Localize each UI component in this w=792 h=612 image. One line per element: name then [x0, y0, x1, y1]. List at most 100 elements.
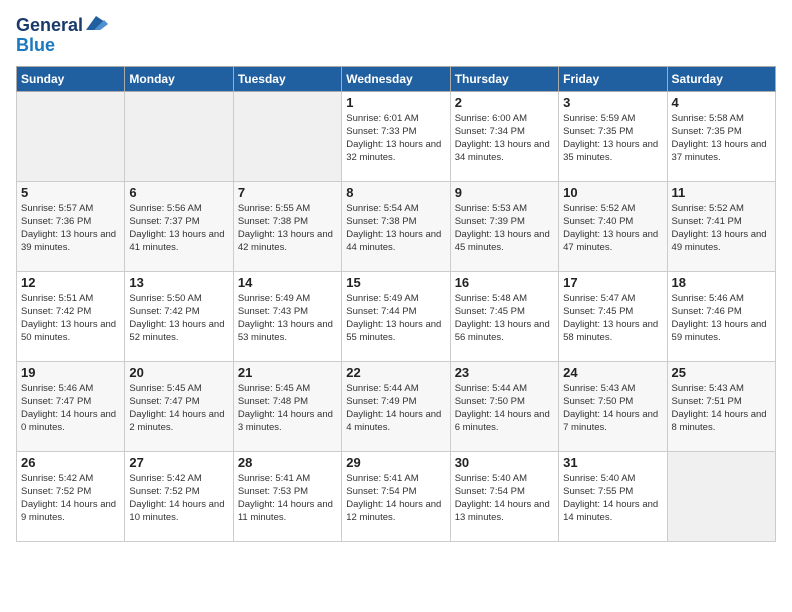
calendar-cell: 22 Sunrise: 5:44 AM Sunset: 7:49 PM Dayli…	[342, 361, 450, 451]
calendar-cell: 12 Sunrise: 5:51 AM Sunset: 7:42 PM Dayli…	[17, 271, 125, 361]
calendar-cell: 28 Sunrise: 5:41 AM Sunset: 7:53 PM Dayli…	[233, 451, 341, 541]
day-number: 31	[563, 455, 662, 470]
calendar-cell	[17, 91, 125, 181]
day-number: 22	[346, 365, 445, 380]
calendar-cell: 13 Sunrise: 5:50 AM Sunset: 7:42 PM Dayli…	[125, 271, 233, 361]
day-info: Sunrise: 5:53 AM Sunset: 7:39 PM Dayligh…	[455, 202, 554, 255]
calendar-cell: 26 Sunrise: 5:42 AM Sunset: 7:52 PM Dayli…	[17, 451, 125, 541]
day-number: 1	[346, 95, 445, 110]
day-number: 4	[672, 95, 771, 110]
day-number: 16	[455, 275, 554, 290]
day-number: 2	[455, 95, 554, 110]
calendar-cell: 30Sunrise: 5:40 AM Sunset: 7:54 PM Dayli…	[450, 451, 558, 541]
day-info: Sunrise: 5:49 AM Sunset: 7:44 PM Dayligh…	[346, 292, 445, 345]
logo: General Blue	[16, 16, 108, 56]
day-number: 15	[346, 275, 445, 290]
day-number: 19	[21, 365, 120, 380]
day-info: Sunrise: 5:55 AM Sunset: 7:38 PM Dayligh…	[238, 202, 337, 255]
day-info: Sunrise: 5:52 AM Sunset: 7:40 PM Dayligh…	[563, 202, 662, 255]
day-info: Sunrise: 5:59 AM Sunset: 7:35 PM Dayligh…	[563, 112, 662, 165]
calendar-cell: 18Sunrise: 5:46 AM Sunset: 7:46 PM Dayli…	[667, 271, 775, 361]
calendar-cell	[233, 91, 341, 181]
day-info: Sunrise: 5:48 AM Sunset: 7:45 PM Dayligh…	[455, 292, 554, 345]
day-number: 5	[21, 185, 120, 200]
calendar-cell: 2 Sunrise: 6:00 AM Sunset: 7:34 PM Daylig…	[450, 91, 558, 181]
logo-blue: Blue	[16, 36, 55, 56]
logo-icon	[86, 16, 108, 32]
day-info: Sunrise: 5:47 AM Sunset: 7:45 PM Dayligh…	[563, 292, 662, 345]
day-info: Sunrise: 5:43 AM Sunset: 7:50 PM Dayligh…	[563, 382, 662, 435]
week-row-4: 19 Sunrise: 5:46 AM Sunset: 7:47 PM Dayli…	[17, 361, 776, 451]
day-number: 27	[129, 455, 228, 470]
calendar-cell: 27 Sunrise: 5:42 AM Sunset: 7:52 PM Dayli…	[125, 451, 233, 541]
calendar-cell: 5 Sunrise: 5:57 AM Sunset: 7:36 PM Daylig…	[17, 181, 125, 271]
calendar-cell: 20Sunrise: 5:45 AM Sunset: 7:47 PM Dayli…	[125, 361, 233, 451]
day-number: 9	[455, 185, 554, 200]
calendar-cell: 14 Sunrise: 5:49 AM Sunset: 7:43 PM Dayli…	[233, 271, 341, 361]
calendar-cell	[667, 451, 775, 541]
day-info: Sunrise: 6:01 AM Sunset: 7:33 PM Dayligh…	[346, 112, 445, 165]
day-info: Sunrise: 5:41 AM Sunset: 7:53 PM Dayligh…	[238, 472, 337, 525]
calendar-cell: 4 Sunrise: 5:58 AM Sunset: 7:35 PM Daylig…	[667, 91, 775, 181]
calendar-cell: 11 Sunrise: 5:52 AM Sunset: 7:41 PM Dayli…	[667, 181, 775, 271]
day-number: 25	[672, 365, 771, 380]
header-row: SundayMondayTuesdayWednesdayThursdayFrid…	[17, 66, 776, 91]
calendar-cell: 6Sunrise: 5:56 AM Sunset: 7:37 PM Daylig…	[125, 181, 233, 271]
calendar-cell: 31 Sunrise: 5:40 AM Sunset: 7:55 PM Dayli…	[559, 451, 667, 541]
calendar-cell: 7 Sunrise: 5:55 AM Sunset: 7:38 PM Daylig…	[233, 181, 341, 271]
day-info: Sunrise: 5:43 AM Sunset: 7:51 PM Dayligh…	[672, 382, 771, 435]
day-number: 14	[238, 275, 337, 290]
calendar-cell: 21 Sunrise: 5:45 AM Sunset: 7:48 PM Dayli…	[233, 361, 341, 451]
calendar-cell: 25 Sunrise: 5:43 AM Sunset: 7:51 PM Dayli…	[667, 361, 775, 451]
day-number: 3	[563, 95, 662, 110]
day-info: Sunrise: 5:58 AM Sunset: 7:35 PM Dayligh…	[672, 112, 771, 165]
calendar-cell	[125, 91, 233, 181]
day-number: 8	[346, 185, 445, 200]
day-info: Sunrise: 5:56 AM Sunset: 7:37 PM Dayligh…	[129, 202, 228, 255]
calendar-cell: 3 Sunrise: 5:59 AM Sunset: 7:35 PM Daylig…	[559, 91, 667, 181]
day-header-wednesday: Wednesday	[342, 66, 450, 91]
day-header-sunday: Sunday	[17, 66, 125, 91]
day-number: 13	[129, 275, 228, 290]
day-info: Sunrise: 5:52 AM Sunset: 7:41 PM Dayligh…	[672, 202, 771, 255]
calendar-cell: 1 Sunrise: 6:01 AM Sunset: 7:33 PM Daylig…	[342, 91, 450, 181]
day-info: Sunrise: 5:50 AM Sunset: 7:42 PM Dayligh…	[129, 292, 228, 345]
calendar-cell: 17Sunrise: 5:47 AM Sunset: 7:45 PM Dayli…	[559, 271, 667, 361]
day-info: Sunrise: 5:57 AM Sunset: 7:36 PM Dayligh…	[21, 202, 120, 255]
day-number: 28	[238, 455, 337, 470]
day-info: Sunrise: 5:42 AM Sunset: 7:52 PM Dayligh…	[129, 472, 228, 525]
day-number: 24	[563, 365, 662, 380]
calendar-cell: 16 Sunrise: 5:48 AM Sunset: 7:45 PM Dayli…	[450, 271, 558, 361]
day-info: Sunrise: 5:54 AM Sunset: 7:38 PM Dayligh…	[346, 202, 445, 255]
day-number: 20	[129, 365, 228, 380]
day-number: 30	[455, 455, 554, 470]
day-info: Sunrise: 5:45 AM Sunset: 7:48 PM Dayligh…	[238, 382, 337, 435]
day-number: 11	[672, 185, 771, 200]
calendar-cell: 10 Sunrise: 5:52 AM Sunset: 7:40 PM Dayli…	[559, 181, 667, 271]
day-info: Sunrise: 5:44 AM Sunset: 7:50 PM Dayligh…	[455, 382, 554, 435]
week-row-2: 5 Sunrise: 5:57 AM Sunset: 7:36 PM Daylig…	[17, 181, 776, 271]
day-number: 21	[238, 365, 337, 380]
day-number: 12	[21, 275, 120, 290]
day-number: 7	[238, 185, 337, 200]
day-info: Sunrise: 5:49 AM Sunset: 7:43 PM Dayligh…	[238, 292, 337, 345]
day-info: Sunrise: 5:51 AM Sunset: 7:42 PM Dayligh…	[21, 292, 120, 345]
calendar-cell: 29Sunrise: 5:41 AM Sunset: 7:54 PM Dayli…	[342, 451, 450, 541]
calendar-cell: 23 Sunrise: 5:44 AM Sunset: 7:50 PM Dayli…	[450, 361, 558, 451]
day-number: 26	[21, 455, 120, 470]
day-info: Sunrise: 5:42 AM Sunset: 7:52 PM Dayligh…	[21, 472, 120, 525]
calendar-cell: 8 Sunrise: 5:54 AM Sunset: 7:38 PM Daylig…	[342, 181, 450, 271]
day-number: 23	[455, 365, 554, 380]
day-info: Sunrise: 5:44 AM Sunset: 7:49 PM Dayligh…	[346, 382, 445, 435]
logo-general: General	[16, 16, 83, 36]
day-header-saturday: Saturday	[667, 66, 775, 91]
week-row-1: 1 Sunrise: 6:01 AM Sunset: 7:33 PM Daylig…	[17, 91, 776, 181]
calendar-cell: 24 Sunrise: 5:43 AM Sunset: 7:50 PM Dayli…	[559, 361, 667, 451]
page-header: General Blue	[16, 16, 776, 56]
day-number: 10	[563, 185, 662, 200]
day-info: Sunrise: 5:46 AM Sunset: 7:47 PM Dayligh…	[21, 382, 120, 435]
day-info: Sunrise: 5:40 AM Sunset: 7:55 PM Dayligh…	[563, 472, 662, 525]
day-info: Sunrise: 6:00 AM Sunset: 7:34 PM Dayligh…	[455, 112, 554, 165]
day-header-friday: Friday	[559, 66, 667, 91]
day-number: 29	[346, 455, 445, 470]
